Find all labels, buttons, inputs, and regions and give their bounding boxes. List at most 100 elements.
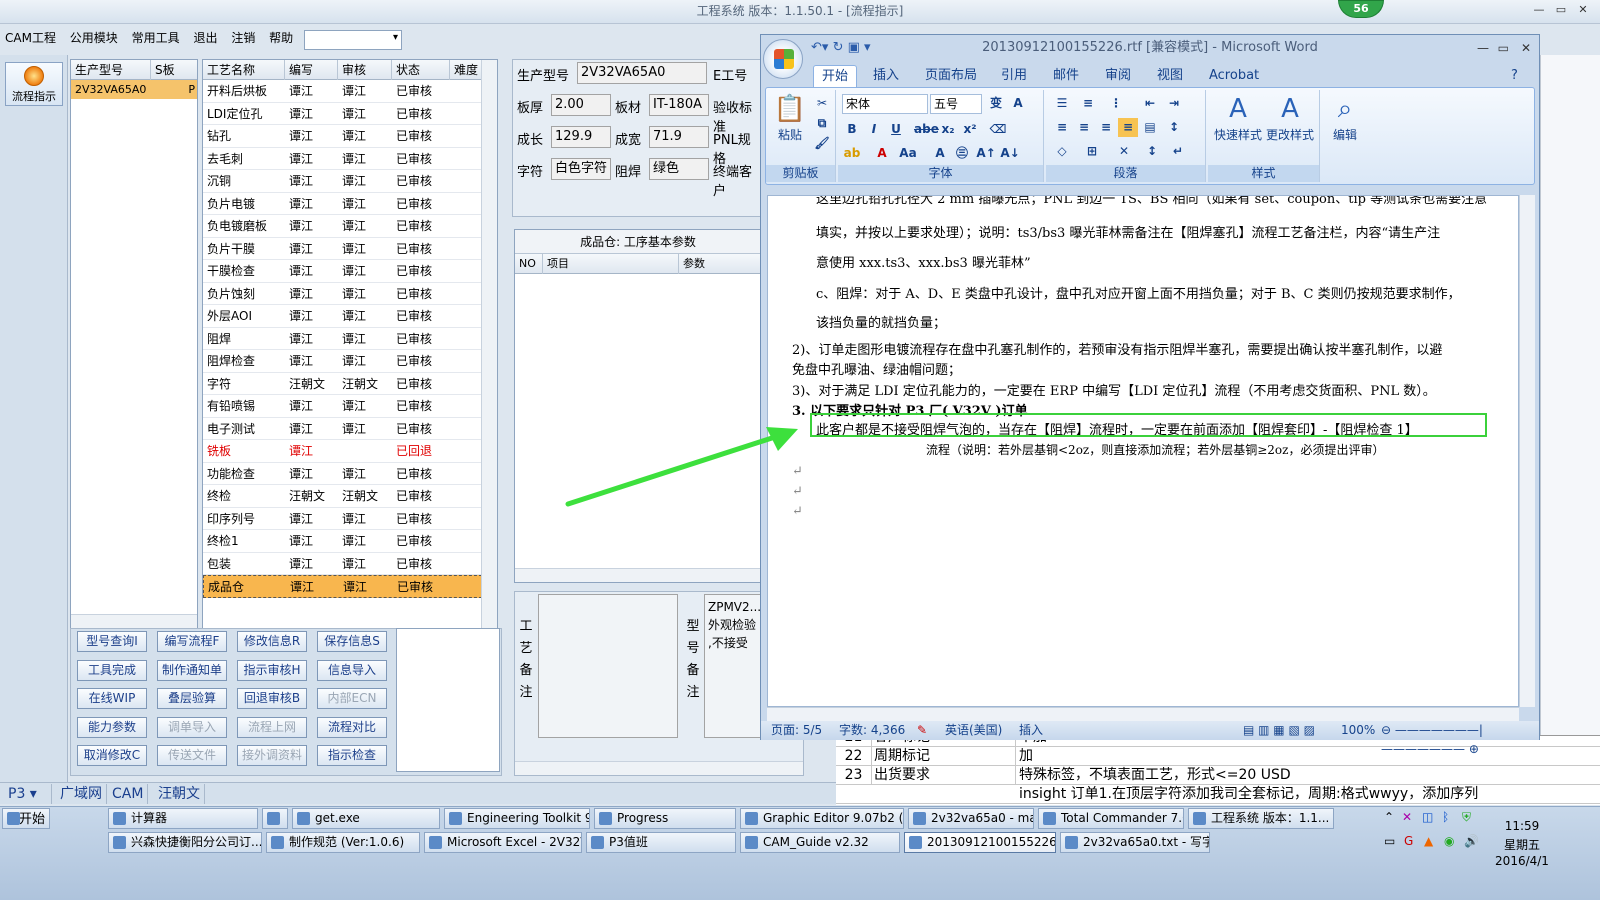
enclose-char-icon[interactable]: ㊂ (952, 144, 972, 163)
justify-icon[interactable]: ≡ (1118, 118, 1138, 137)
font-size-select[interactable]: 五号 (930, 94, 982, 114)
menu-cam[interactable]: CAM工程 (0, 26, 61, 50)
tab-wan[interactable]: 广域网 (56, 784, 107, 804)
bluetooth-icon[interactable]: ᛒ (1442, 810, 1449, 824)
taskbar-item[interactable]: Progress (594, 808, 736, 829)
tray-app-icon[interactable]: ◉ (1444, 834, 1454, 848)
thickness-field[interactable]: 2.00 (551, 94, 611, 116)
process-row[interactable]: 成品仓 谭江 谭江 已审核 (203, 575, 497, 598)
action-button[interactable]: 叠层验算 (157, 688, 227, 709)
menu-public[interactable]: 公用模块 (65, 26, 123, 50)
taskbar-item[interactable] (262, 808, 288, 829)
bold-icon[interactable]: B (842, 120, 862, 139)
tab-view[interactable]: 视图 (1149, 65, 1191, 87)
process-row[interactable]: 包装 谭江 谭江 已审核 (203, 553, 497, 575)
restore-icon[interactable]: ▭ (1498, 35, 1509, 61)
taskbar-item[interactable]: 工程系统 版本：1.1... (1188, 808, 1334, 829)
edit-button[interactable]: ⌕ 编辑 (1326, 92, 1364, 143)
column-header[interactable]: NO (515, 254, 543, 274)
zoom-level[interactable]: 100% (1341, 721, 1375, 740)
action-button[interactable]: 内部ECN (317, 688, 387, 709)
action-button[interactable]: 接外调资料 (237, 745, 307, 766)
tab-review[interactable]: 审阅 (1097, 65, 1139, 87)
note-box[interactable] (396, 628, 500, 772)
horizontal-scrollbar[interactable] (71, 614, 197, 628)
action-button[interactable]: 流程对比 (317, 716, 387, 738)
taskbar-item[interactable]: Microsoft Excel - 2V32VA... (424, 832, 582, 853)
process-row[interactable]: 负电镀磨板 谭江 谭江 已审核 (203, 215, 497, 238)
material-field[interactable]: IT-180A (649, 94, 709, 116)
char-shading-icon[interactable]: A (930, 144, 950, 163)
tray-arrow-icon[interactable]: ⌃ (1384, 810, 1394, 824)
column-header[interactable]: 难度 (450, 60, 482, 80)
bullets-icon[interactable]: ☰ (1052, 94, 1072, 113)
grow-font-icon[interactable]: A↑ (976, 144, 996, 163)
vertical-scrollbar[interactable] (481, 60, 497, 628)
menu-help[interactable]: 帮助 (264, 26, 298, 50)
process-row[interactable]: LDI定位孔 谭江 谭江 已审核 (203, 103, 497, 125)
change-case-icon[interactable]: Aa (898, 144, 918, 163)
taskbar-item[interactable]: CAM_Guide v2.32 (740, 832, 900, 853)
process-row[interactable]: 钻孔 谭江 谭江 已审核 (203, 125, 497, 148)
action-button[interactable]: 编写流程F (157, 631, 227, 652)
tab-plant[interactable]: P3 ▾ (4, 784, 52, 804)
highlight-icon[interactable]: ab (842, 144, 862, 163)
taskbar-item[interactable]: get.exe (292, 808, 440, 829)
italic-icon[interactable]: I (864, 120, 884, 139)
chinese-layout-icon[interactable]: ✕ (1114, 142, 1134, 161)
shading-icon[interactable]: ◇ (1052, 142, 1072, 161)
vertical-scrollbar[interactable] (1519, 195, 1535, 707)
close-icon[interactable]: ✕ (1521, 35, 1531, 61)
column-header[interactable]: 工艺名称 (203, 60, 285, 80)
tray-x-icon[interactable]: ✕ (1402, 810, 1412, 824)
show-marks-icon[interactable]: ↵ (1168, 142, 1188, 161)
column-header[interactable]: S板 (151, 60, 195, 80)
process-row[interactable]: 电子测试 谭江 谭江 已审核 (203, 418, 497, 440)
action-button[interactable]: 工具完成 (77, 659, 147, 681)
clear-format-icon[interactable]: ⌫ (988, 120, 1008, 139)
tab-home[interactable]: 开始 (813, 65, 858, 87)
tray-warning-icon[interactable]: ▲ (1424, 834, 1433, 848)
clock[interactable]: 11:59 星期五 2016/4/1 (1494, 818, 1550, 869)
minimize-icon[interactable]: — (1528, 3, 1550, 16)
action-button[interactable]: 流程上网 (237, 716, 307, 738)
process-row[interactable]: 负片蚀刻 谭江 谭江 已审核 (203, 283, 497, 305)
process-row[interactable]: 功能检查 谭江 谭江 已审核 (203, 463, 497, 485)
distribute-icon[interactable]: ▤ (1140, 118, 1160, 137)
redo-icon[interactable]: ↻ (833, 40, 844, 55)
tray-network-icon[interactable]: ◫ (1422, 810, 1433, 824)
process-row[interactable]: 终检1 谭江 谭江 已审核 (203, 530, 497, 553)
align-right-icon[interactable]: ≡ (1096, 118, 1116, 137)
volume-icon[interactable]: 🔊 (1464, 834, 1479, 848)
taskbar-item[interactable]: 计算器 (108, 808, 258, 829)
action-button[interactable]: 调单导入 (157, 716, 227, 738)
menu-logout[interactable]: 注销 (226, 26, 260, 50)
page-count[interactable]: 页面: 5/5 (771, 721, 822, 740)
width-field[interactable]: 71.9 (649, 126, 709, 148)
increase-indent-icon[interactable]: ⇥ (1164, 94, 1184, 113)
process-row[interactable]: 字符 汪朝文 汪朝文 已审核 (203, 373, 497, 395)
taskbar-item[interactable]: P3值班 (586, 832, 736, 853)
taskbar-item[interactable]: Total Commander 7.0 ... (1038, 808, 1184, 829)
column-header[interactable]: 编写 (285, 60, 338, 80)
font-color-icon[interactable]: A (872, 144, 892, 163)
insert-mode[interactable]: 插入 (1019, 721, 1043, 740)
process-row[interactable]: 铣板 谭江 已回退 (203, 440, 497, 463)
action-button[interactable]: 制作通知单 (157, 659, 227, 681)
mask-field[interactable]: 绿色 (649, 158, 709, 180)
action-button[interactable]: 保存信息S (317, 631, 387, 652)
column-header[interactable]: 审核 (338, 60, 392, 80)
action-button[interactable]: 能力参数 (77, 716, 147, 738)
taskbar-item[interactable]: Engineering Toolkit 9.0... (444, 808, 590, 829)
taskbar-item[interactable]: 2v32va65a0 - main_qa (908, 808, 1034, 829)
action-button[interactable]: 传送文件 (157, 745, 227, 766)
minimize-icon[interactable]: — (1477, 35, 1489, 61)
tray-device-icon[interactable]: ▭ (1384, 834, 1395, 848)
tab-acrobat[interactable]: Acrobat (1201, 65, 1267, 87)
horizontal-scrollbar[interactable] (515, 761, 803, 775)
save-icon[interactable]: ▣ (848, 40, 860, 55)
shield-icon[interactable]: ⛨ (1462, 810, 1471, 825)
process-row[interactable]: 印序列号 谭江 谭江 已审核 (203, 508, 497, 530)
line-spacing-icon[interactable]: ↕ (1164, 118, 1184, 137)
process-remark-box[interactable] (538, 594, 678, 738)
